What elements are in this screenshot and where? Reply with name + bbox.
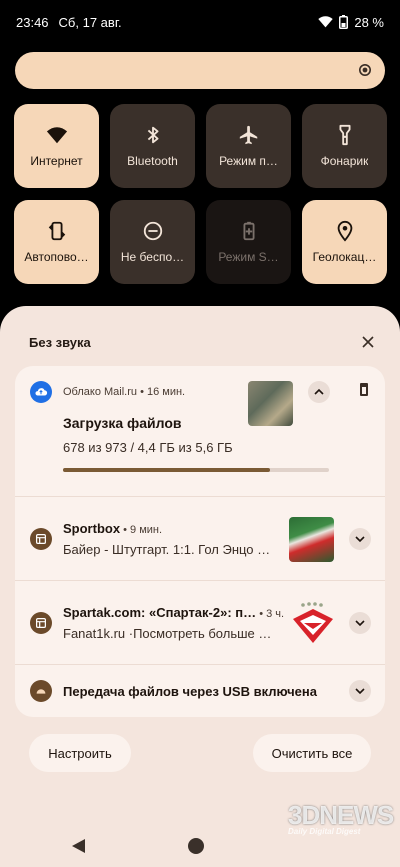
upload-progress-track: [63, 468, 329, 472]
autorotate-icon: [48, 221, 65, 241]
tile-label: Интернет: [30, 154, 83, 168]
expand-button[interactable]: [349, 612, 371, 634]
clock: 23:46: [16, 14, 49, 30]
notification-sportbox[interactable]: Sportbox • 9 мин. Байер - Штутгарт. 1:1.…: [15, 497, 385, 581]
app-name: Облако Mail.ru: [63, 386, 138, 398]
tile-autorotate[interactable]: Автопово…: [14, 200, 99, 284]
clear-all-button[interactable]: Очистить все: [253, 734, 371, 772]
tile-bluetooth[interactable]: Bluetooth: [110, 104, 195, 188]
notification-time: 9 мин.: [130, 524, 163, 536]
chevron-down-icon: [355, 536, 365, 543]
app-name: Spartak.com: «Спартак-2»: п…: [63, 605, 257, 620]
notification-cloud-upload[interactable]: Облако Mail.ru • 16 мин. Загрузка файлов…: [15, 366, 385, 497]
flashlight-icon: [339, 124, 350, 146]
brightness-icon: [359, 64, 371, 76]
battery-status-icon: [339, 15, 349, 29]
bluetooth-icon: [147, 126, 158, 144]
battery-saver-icon: [243, 221, 254, 241]
upload-progress-fill: [63, 468, 271, 472]
tile-do-not-disturb[interactable]: Не беспо…: [110, 200, 195, 284]
sportbox-app-icon: [30, 528, 52, 550]
notification-list: Облако Mail.ru • 16 мин. Загрузка файлов…: [15, 366, 385, 717]
expand-button[interactable]: [349, 528, 371, 550]
rock-thumbnail-image: [248, 381, 293, 426]
cloud-app-icon: [30, 381, 52, 403]
battery-percent: 28 %: [354, 14, 384, 30]
chevron-up-icon: [314, 388, 324, 395]
phone-side-icon: [360, 383, 368, 396]
tile-flashlight[interactable]: Фонарик: [302, 104, 387, 188]
tile-airplane-mode[interactable]: Режим п…: [206, 104, 291, 188]
brightness-slider[interactable]: [15, 52, 385, 89]
tile-battery-saver[interactable]: Режим S…: [206, 200, 291, 284]
panel-header: Без звука: [29, 332, 378, 352]
notification-panel: Без звука Облако Mail.ru • 16 мин. Загру…: [0, 306, 400, 826]
tile-label: Фонарик: [320, 154, 369, 168]
notification-title: Передача файлов через USB включена: [63, 684, 317, 699]
collapse-button[interactable]: [308, 381, 330, 403]
notification-usb[interactable]: Передача файлов через USB включена: [15, 665, 385, 717]
tile-label: Автопово…: [24, 250, 89, 264]
notification-meta: Spartak.com: «Спартак-2»: п… • 3 ч.: [63, 605, 285, 620]
home-icon[interactable]: [188, 838, 204, 854]
location-icon: [337, 220, 352, 242]
wifi-icon: [46, 127, 67, 144]
notification-title: Загрузка файлов: [63, 415, 182, 431]
notification-text: Fanat1k.ru ·Посмотреть больше п…: [63, 626, 278, 641]
notification-time: 3 ч.: [266, 608, 285, 620]
back-icon[interactable]: [72, 839, 85, 853]
spartak-logo-image: [293, 602, 333, 643]
tile-location[interactable]: Геолокац…: [302, 200, 387, 284]
notification-time: 16 мин.: [146, 386, 186, 398]
tile-label: Не беспо…: [120, 250, 185, 264]
notification-text: 678 из 973 / 4,4 ГБ из 5,6 ГБ: [63, 440, 233, 455]
panel-title: Без звука: [29, 334, 91, 350]
tile-label: Bluetooth: [127, 154, 178, 168]
date: Сб, 17 авг.: [58, 14, 122, 30]
expand-button[interactable]: [349, 680, 371, 702]
tile-label: Режим S…: [218, 250, 279, 264]
football-thumbnail-image: [289, 517, 334, 562]
notification-spartak[interactable]: Spartak.com: «Спартак-2»: п… • 3 ч. Fana…: [15, 581, 385, 665]
notification-text: Байер - Штутгарт. 1:1. Гол Энцо М…: [63, 542, 278, 557]
notification-meta: Sportbox • 9 мин.: [63, 521, 163, 536]
chevron-down-icon: [355, 620, 365, 627]
status-bar: 23:46 Сб, 17 авг. 28 %: [0, 0, 400, 44]
app-name: Sportbox: [63, 521, 121, 536]
tile-label: Режим п…: [219, 154, 278, 168]
close-icon[interactable]: [358, 332, 378, 352]
tile-label: Геолокац…: [312, 250, 377, 264]
chevron-down-icon: [355, 688, 365, 695]
do-not-disturb-icon: [143, 221, 162, 241]
airplane-icon: [239, 125, 257, 145]
android-system-icon: [30, 680, 52, 702]
notification-meta: Облако Mail.ru • 16 мин.: [63, 386, 186, 398]
spartak-app-icon: [30, 612, 52, 634]
settings-button[interactable]: Настроить: [29, 734, 131, 772]
watermark-logo: 3DNEWS Daily Digital Digest: [288, 800, 394, 845]
panel-actions: Настроить Очистить все: [29, 734, 371, 772]
wifi-status-icon: [318, 16, 334, 28]
tile-internet[interactable]: Интернет: [14, 104, 99, 188]
